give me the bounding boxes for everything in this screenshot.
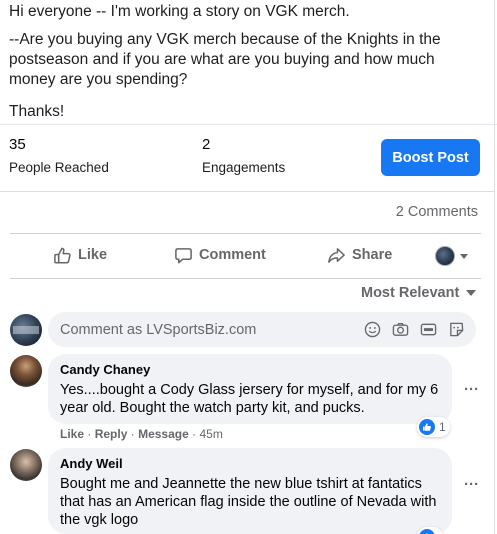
emoji-icon[interactable] — [363, 320, 381, 338]
page-avatar — [435, 246, 455, 266]
avatar[interactable] — [10, 355, 42, 387]
comment-label: Comment — [199, 247, 266, 263]
comment-bubble: Candy Chaney Yes....bought a Cody Glass … — [48, 354, 452, 424]
post-as-selector[interactable] — [435, 244, 468, 268]
comment-text: Bought me and Jeannette the new blue tsh… — [60, 476, 437, 528]
chevron-down-icon — [460, 253, 468, 259]
camera-icon[interactable] — [391, 320, 409, 338]
avatar[interactable] — [10, 449, 42, 481]
separator: · — [130, 427, 139, 441]
comment-author[interactable]: Candy Chaney — [60, 362, 440, 378]
share-label: Share — [352, 247, 393, 263]
chevron-down-icon — [466, 290, 477, 296]
gif-icon[interactable] — [419, 320, 437, 338]
post-line-1: Hi everyone -- I'm working a story on VG… — [9, 3, 350, 20]
more-options-icon[interactable]: ··· — [464, 476, 479, 493]
comment-author[interactable]: Andy Weil — [60, 456, 440, 472]
reaction-count-badge[interactable]: 1 — [417, 417, 450, 437]
comment-reply-link[interactable]: Reply — [95, 427, 128, 441]
comment-input-placeholder: Comment as LVSportsBiz.com — [60, 321, 257, 338]
like-reaction-icon — [419, 419, 435, 435]
separator: · — [87, 427, 95, 441]
comments-count-link[interactable]: 2 Comments — [396, 204, 478, 220]
comment-timestamp[interactable]: 45m — [199, 427, 222, 441]
share-icon — [328, 247, 345, 263]
thumbs-up-icon — [54, 247, 71, 263]
divider — [0, 124, 497, 125]
engagements-label: Engagements — [202, 160, 286, 175]
engagements-count: 2 — [202, 136, 211, 153]
comment-message-link[interactable]: Message — [138, 427, 189, 441]
divider — [10, 233, 481, 234]
comment-button[interactable]: Comment — [174, 243, 266, 267]
people-reached-count: 35 — [9, 136, 26, 153]
sort-label: Most Relevant — [361, 285, 460, 301]
comment-bubble: Andy Weil Bought me and Jeannette the ne… — [48, 448, 452, 534]
people-reached-label: People Reached — [9, 160, 109, 175]
like-reaction-icon — [419, 529, 435, 534]
engagements-stat[interactable]: 2 Engagements — [202, 136, 285, 177]
people-reached-stat[interactable]: 35 People Reached — [9, 136, 109, 177]
divider — [0, 191, 494, 192]
boost-post-button[interactable]: Boost Post — [381, 139, 480, 176]
page-right-border — [494, 0, 495, 534]
share-button[interactable]: Share — [327, 243, 392, 267]
divider — [10, 278, 481, 279]
post-body: Hi everyone -- I'm working a story on VG… — [9, 2, 479, 122]
composer-icons — [363, 320, 465, 338]
comment-text: Yes....bought a Cody Glass jersery for m… — [60, 382, 439, 416]
comment-input[interactable]: Comment as LVSportsBiz.com — [48, 312, 476, 347]
reaction-count: 1 — [439, 420, 446, 434]
like-label: Like — [78, 247, 108, 263]
sticker-icon[interactable] — [447, 320, 465, 338]
post-line-2: --Are you buying any VGK merch because o… — [9, 31, 441, 88]
like-button[interactable]: Like — [53, 243, 107, 267]
more-options-icon[interactable]: ··· — [464, 381, 479, 398]
comment-icon — [175, 247, 192, 263]
comment-meta: Like · Reply · Message · 45m — [60, 427, 223, 441]
comment-sort-dropdown[interactable]: Most Relevant — [361, 285, 477, 301]
page-avatar — [10, 314, 42, 346]
comment-like-link[interactable]: Like — [60, 427, 84, 441]
post-line-3: Thanks! — [9, 103, 65, 120]
